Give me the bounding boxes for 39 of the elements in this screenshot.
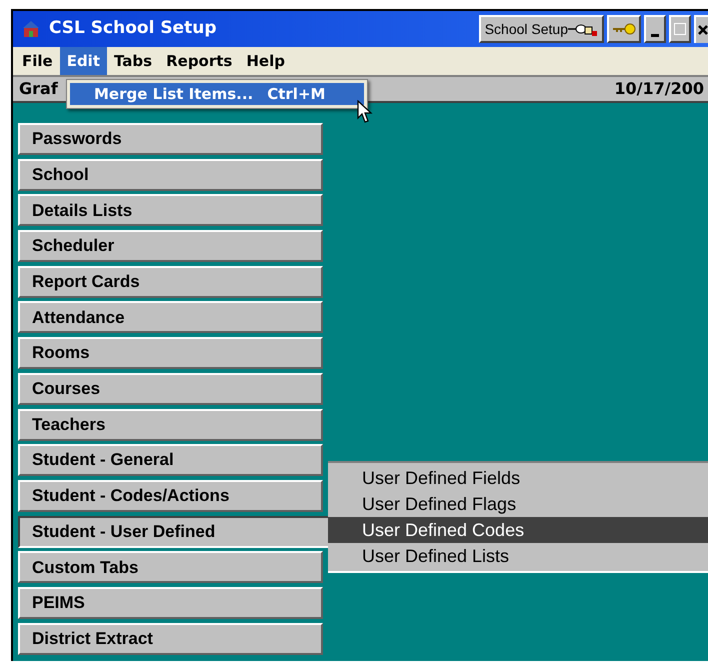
tab-button[interactable]: Attendance [18,301,323,334]
menu-item-label: Merge List Items... [94,84,254,105]
minimize-button[interactable] [644,15,666,43]
school-setup-button[interactable]: School Setup [478,15,604,43]
minimize-icon [651,34,659,37]
menu-item-shortcut: Ctrl+M [267,84,326,105]
submenu-item[interactable]: User Defined Flags [328,491,708,517]
tab-button[interactable]: Report Cards [18,266,323,298]
dropdown-menu-item[interactable]: Merge List Items... Ctrl+M [70,83,364,105]
key-button[interactable] [607,15,641,43]
tab-button[interactable]: PEIMS [18,586,323,619]
tab-button[interactable]: Details Lists [18,194,323,226]
status-text: Graf [19,78,58,100]
menu-item[interactable]: Help [239,47,292,75]
tab-button[interactable]: School [18,158,323,191]
close-button[interactable] [694,15,708,43]
tab-button[interactable]: Custom Tabs [18,551,323,584]
submenu-item[interactable]: User Defined Fields [328,465,708,491]
maximize-icon [674,23,686,35]
tab-button[interactable]: Scheduler [18,230,323,262]
tab-button[interactable]: Student - General [18,444,323,476]
menu-item[interactable]: Edit [60,47,107,75]
tab-button[interactable]: Student - Codes/Actions [18,480,323,512]
tab-button[interactable]: District Extract [18,622,323,655]
menu-item[interactable]: Reports [159,47,240,75]
status-date: 10/17/200 [614,78,704,100]
tab-button[interactable]: Passwords [18,123,323,155]
tab-button[interactable]: Rooms [18,337,323,370]
window-title: CSL School Setup [49,17,216,40]
submenu-item[interactable]: User Defined Codes [328,517,708,543]
key-icon [612,23,636,35]
close-icon [698,25,708,35]
menu-item[interactable]: Tabs [107,47,160,75]
tab-button[interactable]: Teachers [18,408,323,440]
cursor-icon [357,100,373,124]
school-icon [21,19,41,39]
menu-item[interactable]: File [15,47,60,75]
maximize-button[interactable] [669,15,691,43]
tab-button[interactable]: Courses [18,372,323,405]
